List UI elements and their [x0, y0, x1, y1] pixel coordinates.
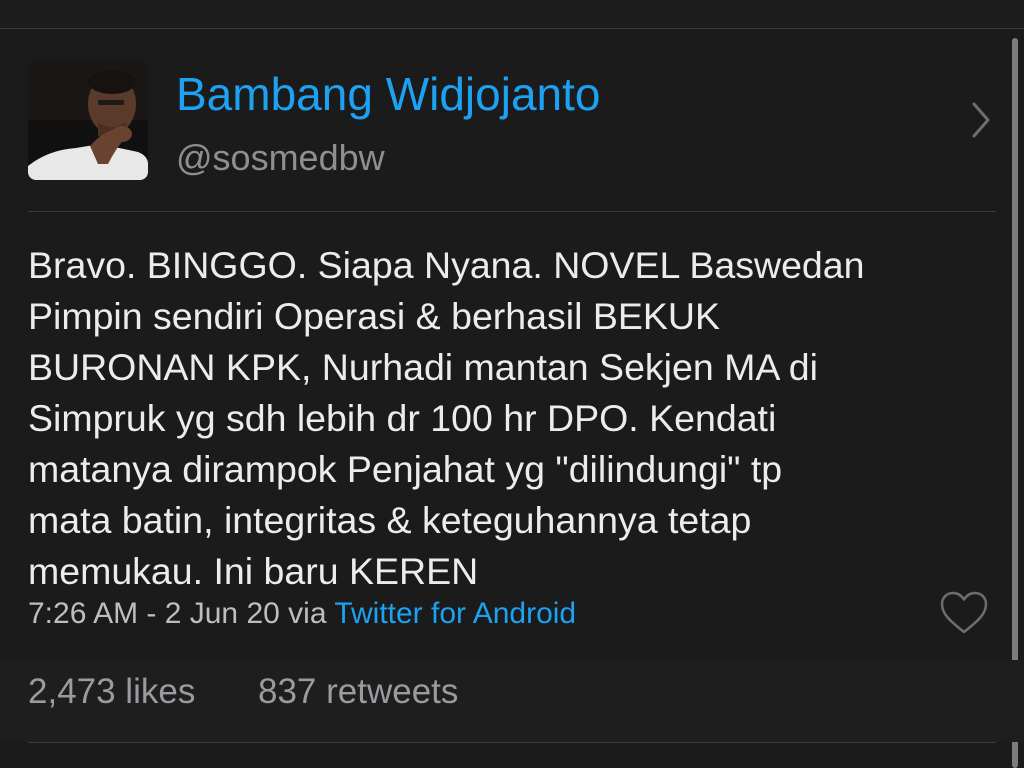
- tweet-detail-screen: Bambang Widjojanto @sosmedbw Bravo. BING…: [0, 0, 1024, 768]
- likes-count[interactable]: 2,473 likes: [28, 670, 195, 714]
- tweet-text: Bravo. BINGGO. Siapa Nyana. NOVEL Baswed…: [28, 244, 865, 592]
- chevron-right-icon[interactable]: [966, 98, 996, 142]
- avatar-image: [28, 60, 148, 180]
- heart-icon[interactable]: [938, 590, 990, 636]
- source-link[interactable]: Twitter for Android: [334, 597, 576, 630]
- avatar[interactable]: [28, 60, 148, 180]
- scrollbar[interactable]: [1012, 38, 1018, 768]
- display-name[interactable]: Bambang Widjojanto: [176, 66, 600, 122]
- via-label: via: [288, 597, 327, 630]
- divider: [28, 211, 996, 212]
- divider: [28, 742, 996, 743]
- tweet-meta: 7:26 AM - 2 Jun 20 via Twitter for Andro…: [28, 594, 576, 634]
- retweets-count[interactable]: 837 retweets: [258, 670, 458, 714]
- top-bar: [0, 0, 1024, 29]
- user-handle[interactable]: @sosmedbw: [176, 136, 385, 180]
- tweet-timestamp: 7:26 AM - 2 Jun 20: [28, 597, 280, 630]
